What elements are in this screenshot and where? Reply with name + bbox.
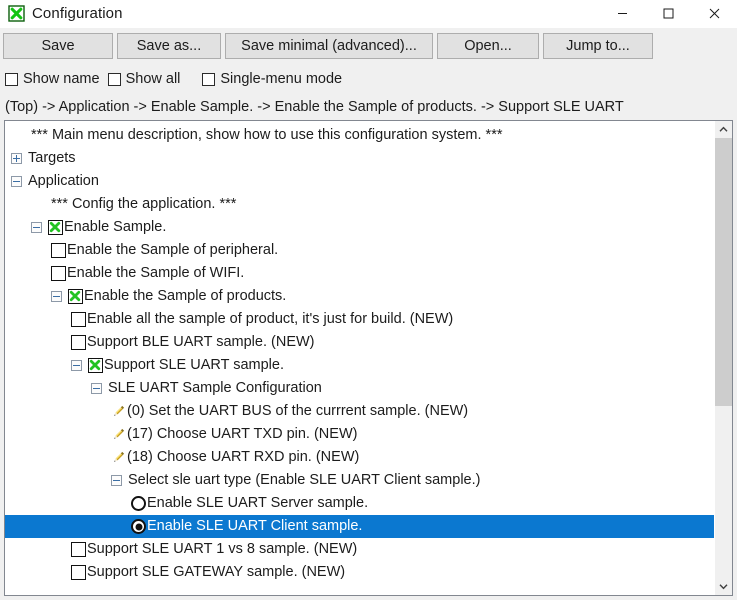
checkbox-unchecked-icon[interactable]: [71, 542, 86, 557]
tree-row-label: Enable the Sample of products.: [84, 288, 287, 304]
tree-row[interactable]: (17) Choose UART TXD pin. (NEW): [5, 423, 714, 446]
collapse-icon[interactable]: [51, 291, 62, 302]
minimize-icon: [617, 13, 627, 14]
config-tree[interactable]: *** Main menu description, show how to u…: [5, 121, 714, 595]
tree-row-selected[interactable]: Enable SLE UART Client sample.: [5, 515, 714, 538]
tree-row-label: Enable Sample.: [64, 219, 167, 235]
scrollbar-thumb[interactable]: [715, 138, 732, 407]
checkbox-unchecked-icon[interactable]: [51, 243, 66, 258]
tree-row[interactable]: (18) Choose UART RXD pin. (NEW): [5, 446, 714, 469]
tree-row[interactable]: Select sle uart type (Enable SLE UART Cl…: [5, 469, 714, 492]
tree-row-label: Support SLE UART 1 vs 8 sample. (NEW): [87, 541, 358, 557]
tree-row[interactable]: Targets: [5, 147, 714, 170]
tree-row[interactable]: Enable Sample.: [5, 216, 714, 239]
maximize-icon: [663, 8, 673, 19]
tree-row-label: Enable SLE UART Server sample.: [147, 495, 369, 511]
checkbox-checked-icon[interactable]: [88, 358, 103, 373]
show-name-label: Show name: [23, 71, 100, 87]
tree-row[interactable]: SLE UART Sample Configuration: [5, 377, 714, 400]
collapse-icon[interactable]: [91, 383, 102, 394]
tree-row[interactable]: (0) Set the UART BUS of the currrent sam…: [5, 400, 714, 423]
checkbox-unchecked-icon[interactable]: [71, 565, 86, 580]
checkbox-unchecked-icon[interactable]: [51, 266, 66, 281]
single-menu-mode-checkbox[interactable]: Single-menu mode: [202, 71, 342, 87]
collapse-icon[interactable]: [11, 176, 22, 187]
pencil-icon[interactable]: [111, 404, 126, 419]
tree-row[interactable]: Enable all the sample of product, it's j…: [5, 308, 714, 331]
scrollbar-track[interactable]: [715, 138, 732, 578]
minimize-button[interactable]: [599, 0, 645, 27]
tree-row[interactable]: Support BLE UART sample. (NEW): [5, 331, 714, 354]
save-button[interactable]: Save: [3, 33, 113, 59]
show-all-label: Show all: [125, 71, 181, 87]
tree-row[interactable]: Enable the Sample of WIFI.: [5, 262, 714, 285]
tree-row-label: Enable SLE UART Client sample.: [147, 518, 363, 534]
checkbox-box: [202, 72, 216, 86]
tree-row[interactable]: *** Config the application. ***: [5, 193, 714, 216]
tree-row[interactable]: *** Main menu description, show how to u…: [5, 124, 714, 147]
single-menu-mode-label: Single-menu mode: [220, 71, 343, 87]
radio-unselected-icon[interactable]: [131, 496, 146, 511]
tree-row-label: (18) Choose UART RXD pin. (NEW): [127, 449, 360, 465]
scroll-down-button[interactable]: [715, 578, 732, 595]
vertical-scrollbar[interactable]: [714, 121, 732, 595]
tree-row[interactable]: Application: [5, 170, 714, 193]
pencil-icon[interactable]: [111, 450, 126, 465]
save-as-button[interactable]: Save as...: [117, 33, 221, 59]
pencil-icon[interactable]: [111, 427, 126, 442]
checkbox-checked-icon[interactable]: [68, 289, 83, 304]
tree-row-label: Enable the Sample of WIFI.: [67, 265, 245, 281]
tree-row-label: Application: [28, 173, 99, 189]
save-minimal-button[interactable]: Save minimal (advanced)...: [225, 33, 433, 59]
open-button[interactable]: Open...: [437, 33, 539, 59]
checkbox-unchecked-icon[interactable]: [71, 312, 86, 327]
chevron-up-icon: [719, 126, 728, 132]
close-icon: [709, 8, 719, 19]
collapse-icon[interactable]: [111, 475, 122, 486]
jump-to-button[interactable]: Jump to...: [543, 33, 653, 59]
checkbox-unchecked-icon[interactable]: [71, 335, 86, 350]
tree-row-label: *** Config the application. ***: [51, 196, 237, 212]
tree-row-label: *** Main menu description, show how to u…: [31, 127, 503, 143]
tree-row[interactable]: Support SLE UART 1 vs 8 sample. (NEW): [5, 538, 714, 561]
window-title: Configuration: [32, 5, 123, 22]
window-controls: [599, 0, 737, 27]
scroll-up-button[interactable]: [715, 121, 732, 138]
toolbar: Save Save as... Save minimal (advanced).…: [0, 28, 737, 64]
tree-row[interactable]: Support SLE UART sample.: [5, 354, 714, 377]
app-icon: [8, 5, 25, 22]
title-bar: Configuration: [0, 0, 737, 28]
expand-icon[interactable]: [11, 153, 22, 164]
checkbox-checked-icon[interactable]: [48, 220, 63, 235]
configuration-window: Configuration Save Save as... Save minim…: [0, 0, 737, 600]
tree-row-label: Support BLE UART sample. (NEW): [87, 334, 315, 350]
radio-selected-icon[interactable]: [131, 519, 146, 534]
tree-row-label: (0) Set the UART BUS of the currrent sam…: [127, 403, 469, 419]
tree-row[interactable]: Enable SLE UART Server sample.: [5, 492, 714, 515]
collapse-icon[interactable]: [31, 222, 42, 233]
tree-row-label: SLE UART Sample Configuration: [108, 380, 322, 396]
tree-row-label: Select sle uart type (Enable SLE UART Cl…: [128, 472, 481, 488]
close-button[interactable]: [691, 0, 737, 27]
breadcrumb: (Top) -> Application -> Enable Sample. -…: [0, 94, 737, 120]
tree-row-label: Support SLE GATEWAY sample. (NEW): [87, 564, 346, 580]
tree-row-label: Targets: [28, 150, 76, 166]
tree-row-label: (17) Choose UART TXD pin. (NEW): [127, 426, 358, 442]
show-name-checkbox[interactable]: Show name: [5, 71, 100, 87]
tree-row[interactable]: Enable the Sample of peripheral.: [5, 239, 714, 262]
checkbox-box: [107, 72, 121, 86]
tree-panel: *** Main menu description, show how to u…: [4, 120, 733, 596]
tree-row[interactable]: Support SLE GATEWAY sample. (NEW): [5, 561, 714, 584]
tree-row-label: Support SLE UART sample.: [104, 357, 284, 373]
chevron-down-icon: [719, 584, 728, 590]
show-all-checkbox[interactable]: Show all: [107, 71, 181, 87]
tree-row-label: Enable all the sample of product, it's j…: [87, 311, 454, 327]
options-bar: Show name Show all Single-menu mode: [0, 64, 737, 94]
tree-row[interactable]: Enable the Sample of products.: [5, 285, 714, 308]
checkbox-box: [5, 72, 18, 86]
collapse-icon[interactable]: [71, 360, 82, 371]
tree-row-label: Enable the Sample of peripheral.: [67, 242, 279, 258]
maximize-button[interactable]: [645, 0, 691, 27]
